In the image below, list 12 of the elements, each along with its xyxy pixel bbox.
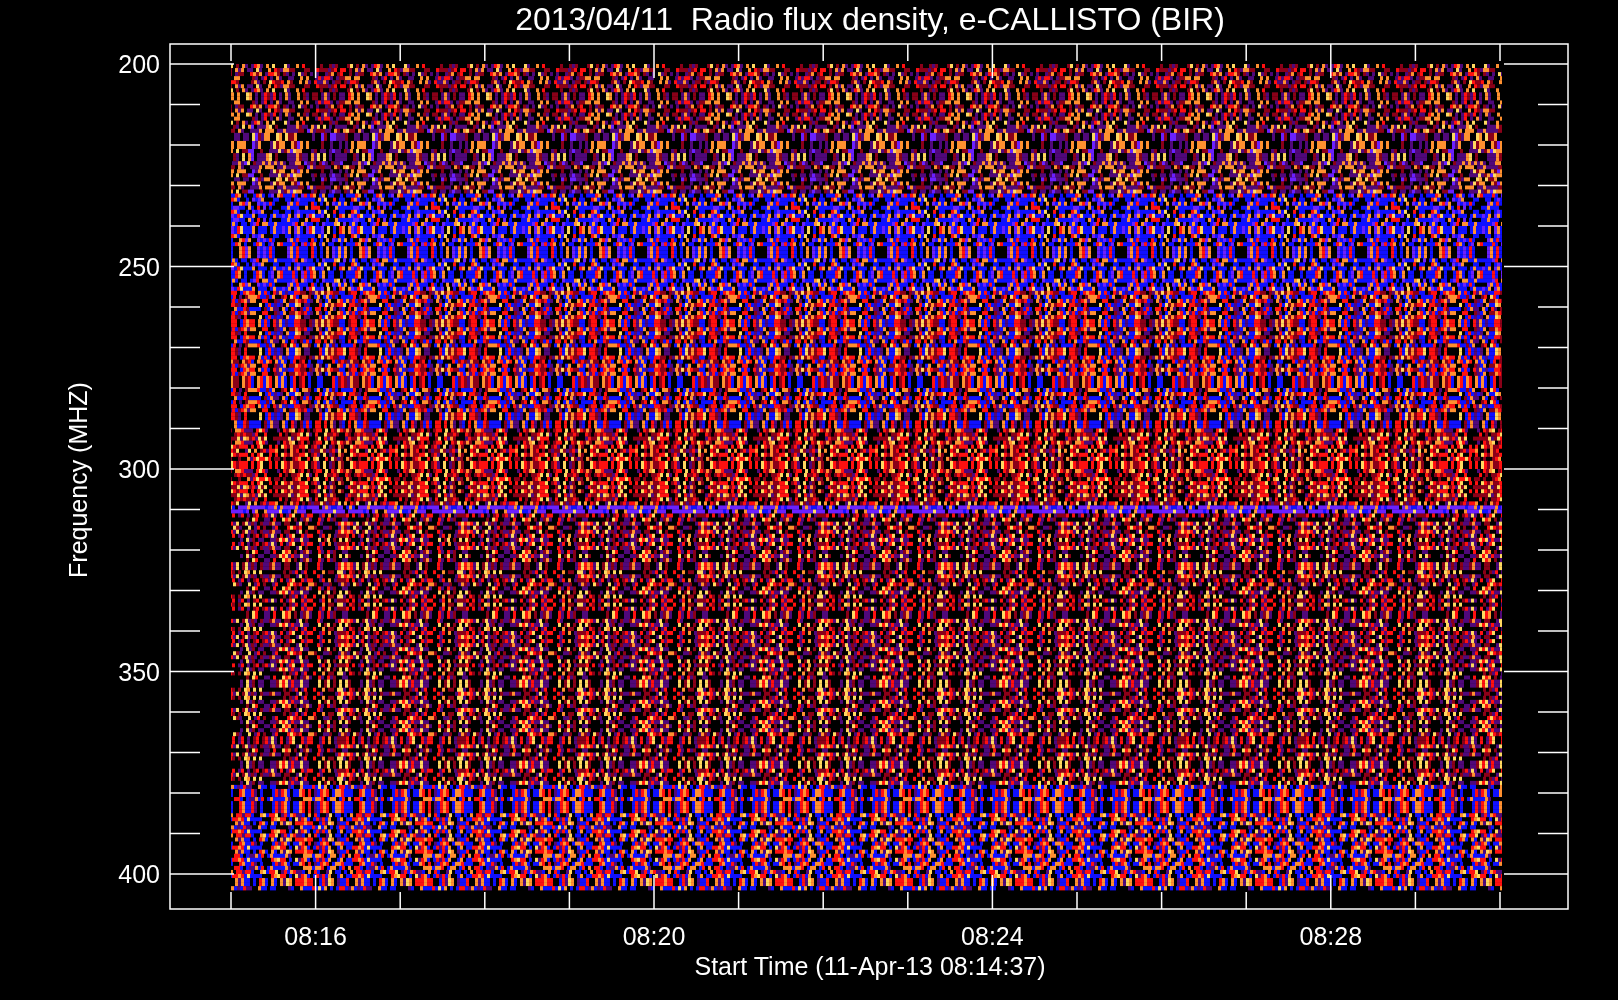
x-tick-label: 08:28 xyxy=(1299,922,1363,950)
chart-title: 2013/04/11 Radio flux density, e-CALLISTO (BIR) xyxy=(515,1,1225,37)
y-tick-label: 400 xyxy=(118,860,160,888)
x-tick-label: 08:16 xyxy=(284,922,347,950)
y-tick-label: 300 xyxy=(118,455,160,483)
x-axis-label: Start Time (11-Apr-13 08:14:37) xyxy=(694,952,1046,980)
x-tick-label: 08:24 xyxy=(961,922,1024,950)
y-axis-label: Frequency (MHZ) xyxy=(64,382,92,578)
y-tick-label: 250 xyxy=(118,252,160,281)
y-tick-label: 350 xyxy=(118,657,160,686)
y-tick-label: 200 xyxy=(118,50,160,78)
x-tick-label: 08:20 xyxy=(622,922,686,950)
